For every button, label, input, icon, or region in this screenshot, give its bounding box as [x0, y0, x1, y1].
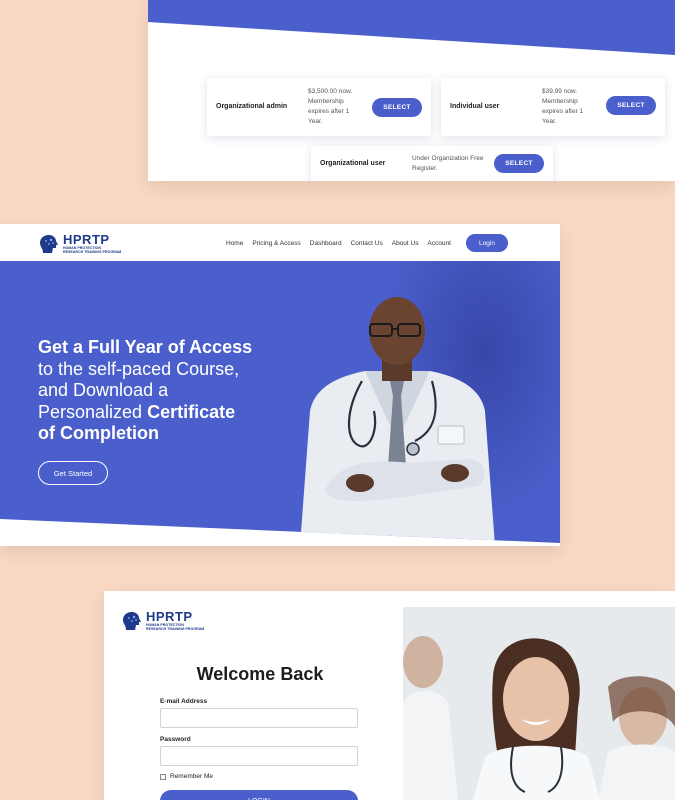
email-label: E-mail Address	[160, 698, 208, 705]
plan-name: Organizational user	[320, 160, 386, 167]
head-profile-icon	[121, 611, 143, 631]
remember-checkbox[interactable]	[160, 773, 166, 780]
welcome-title: Welcome Back	[196, 664, 324, 684]
email-field[interactable]	[160, 708, 358, 728]
select-button[interactable]: SELECT	[494, 154, 544, 173]
pricing-card-individual: Individual user $39.99 now. Membership e…	[441, 78, 665, 136]
password-label: Password	[160, 736, 191, 743]
remember-label: Remember Me	[170, 773, 213, 780]
logo-subtitle: RESEARCH TRAINING PROGRAM	[146, 627, 205, 632]
logo[interactable]: HPRTP HUMAN PROTECTION RESEARCH TRAINING…	[38, 233, 121, 254]
pricing-panel: Organizational admin $3,500.00 now. Memb…	[148, 0, 675, 181]
select-button[interactable]: SELECT	[606, 96, 656, 115]
logo[interactable]: HPRTP HUMAN PROTECTION RESEARCH TRAINING…	[121, 610, 204, 631]
hero-headline: Get a Full Year of Access to the self-pa…	[38, 337, 253, 443]
select-button[interactable]: SELECT	[372, 98, 422, 117]
plan-description: Under Organization Free Register.	[412, 155, 484, 172]
nav-account[interactable]: Account	[427, 240, 451, 247]
logo-title: HPRTP	[63, 232, 110, 247]
logo-subtitle: RESEARCH TRAINING PROGRAM	[63, 250, 122, 255]
pricing-card-org-admin: Organizational admin $3,500.00 now. Memb…	[207, 78, 431, 136]
plan-name: Organizational admin	[216, 103, 288, 110]
pricing-header-band	[148, 0, 675, 55]
hero-banner: Get a Full Year of Access to the self-pa…	[0, 261, 560, 543]
login-panel: HPRTP HUMAN PROTECTION RESEARCH TRAINING…	[104, 591, 675, 800]
nav-home[interactable]: Home	[226, 240, 243, 247]
nav-dashboard[interactable]: Dashboard	[310, 240, 342, 247]
login-submit-button[interactable]: LOGIN	[160, 790, 358, 800]
login-button[interactable]: Login	[466, 234, 508, 252]
nav-contact[interactable]: Contact Us	[351, 240, 383, 247]
nav-about[interactable]: About Us	[392, 240, 419, 247]
get-started-button[interactable]: Get Started	[38, 461, 108, 485]
password-field[interactable]	[160, 746, 358, 766]
plan-description: $3,500.00 now. Membership expires after …	[308, 88, 353, 125]
doctor-photo	[300, 297, 495, 543]
logo-title: HPRTP	[146, 609, 193, 624]
head-profile-icon	[38, 234, 60, 254]
remember-me[interactable]: Remember Me	[160, 773, 213, 780]
doctors-photo	[403, 607, 675, 800]
top-nav: HPRTP HUMAN PROTECTION RESEARCH TRAINING…	[0, 224, 560, 261]
plan-description: $39.99 now. Membership expires after 1 Y…	[542, 88, 584, 125]
nav-menu: Home Pricing & Access Dashboard Contact …	[226, 240, 460, 247]
nav-pricing[interactable]: Pricing & Access	[252, 240, 300, 247]
landing-panel: HPRTP HUMAN PROTECTION RESEARCH TRAINING…	[0, 224, 560, 546]
pricing-card-org-user: Organizational user Under Organization F…	[311, 146, 553, 181]
plan-name: Individual user	[450, 103, 500, 110]
